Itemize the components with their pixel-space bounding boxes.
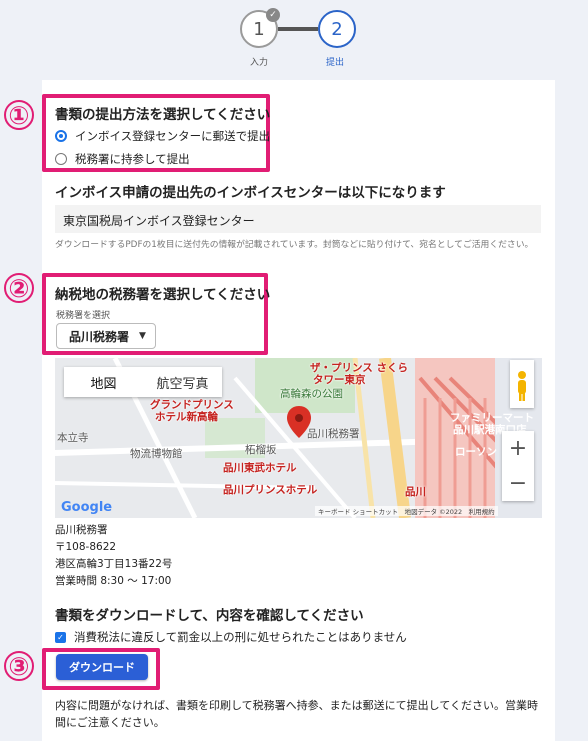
step-2-label: 提出	[326, 58, 345, 68]
declaration-label: 消費税法に違反して罰金以上の刑に処せられたことはありません	[74, 630, 407, 644]
check-icon: ✓	[266, 8, 280, 22]
map-label-tower-2: タワー東京	[313, 374, 366, 386]
office-zip: 〒108-8622	[55, 541, 117, 553]
zoom-out-button[interactable]: −	[502, 466, 534, 501]
office-address: 品川税務署 〒108-8622 港区高輪3丁目13番22号 営業時間 8:30 …	[55, 522, 172, 590]
section-3-title: 書類をダウンロードして、内容を確認してください	[55, 608, 364, 624]
step-1-label: 入力	[250, 58, 269, 68]
section-2-title: 納税地の税務署を選択してください	[55, 287, 271, 303]
tax-office-selected: 品川税務署	[69, 329, 130, 344]
radio-option-bring[interactable]: 税務署に持参して提出	[55, 151, 190, 167]
office-field-label: 税務署を選択	[56, 311, 111, 321]
radio-label: インボイス登録センターに郵送で提出	[75, 129, 271, 143]
radio-label: 税務署に持参して提出	[75, 152, 190, 166]
annotation-3: ③	[4, 651, 34, 681]
declaration-checkbox-row[interactable]: ✓ 消費税法に違反して罰金以上の刑に処せられたことはありません	[55, 629, 407, 645]
radio-button[interactable]	[55, 153, 67, 165]
step-connector	[278, 27, 318, 31]
map-label-park: 高輪森の公園	[280, 388, 343, 400]
map-label-tozai: 柘榴坂	[245, 444, 277, 456]
radio-option-mail[interactable]: インボイス登録センターに郵送で提出	[55, 128, 270, 144]
tax-office-select[interactable]: 品川税務署 ▼	[56, 323, 156, 349]
invoice-center-heading: インボイス申請の提出先のインボイスセンターは以下になります	[55, 185, 446, 201]
section-1-title: 書類の提出方法を選択してください	[55, 107, 271, 123]
zoom-controls: + −	[502, 431, 534, 501]
google-logo: Google	[61, 500, 113, 515]
map-label-lawson: ローソン	[455, 446, 497, 458]
map-label-shinagawa: 品川	[405, 486, 426, 498]
map-footer[interactable]: キーボード ショートカット 地図データ ©2022 利用規約	[315, 506, 498, 516]
step-2-circle: 2	[318, 10, 356, 48]
progress-stepper: 1 ✓ 2 入力 提出	[0, 8, 588, 70]
street-view-icon[interactable]	[510, 360, 534, 408]
map-label-office: 品川税務署	[307, 428, 360, 440]
map-view[interactable]: 地図 航空写真 ザ・プリンス さくら タワー東京 高輪森の公園 グランドプリンス…	[55, 358, 542, 518]
annotation-1: ①	[4, 100, 34, 130]
invoice-center-name: 東京国税局インボイス登録センター	[55, 205, 541, 233]
map-label-grand-prince-2: ホテル新高輪	[155, 411, 218, 423]
annotation-2: ②	[4, 273, 34, 303]
office-hours: 営業時間 8:30 ～ 17:00	[55, 575, 172, 587]
checkbox-checked[interactable]: ✓	[55, 631, 66, 643]
download-button[interactable]: ダウンロード	[56, 654, 148, 680]
zoom-in-button[interactable]: +	[502, 431, 534, 466]
tab-satellite[interactable]: 航空写真	[143, 367, 222, 397]
office-name: 品川税務署	[55, 524, 108, 536]
submission-note: 内容に問題がなければ、書類を印刷して税務署へ持参、または郵送にて提出してください…	[55, 699, 539, 729]
map-label-prince: 品川プリンスホテル	[223, 484, 318, 496]
map-label-motohongaku: 本立寺	[57, 432, 89, 444]
chevron-down-icon: ▼	[139, 331, 146, 341]
invoice-note: ダウンロードするPDFの1枚目に送付先の情報が記載されています。封筒などに貼り付…	[55, 240, 534, 250]
map-label-tobu: 品川東武ホテル	[223, 462, 297, 474]
step-1-number: 1	[253, 18, 265, 40]
office-street: 港区高輪3丁目13番22号	[55, 558, 173, 570]
step-2-number: 2	[331, 18, 343, 40]
map-type-tabs: 地図 航空写真	[64, 367, 222, 397]
tab-map[interactable]: 地図	[64, 367, 143, 397]
map-label-museum: 物流博物館	[130, 448, 183, 460]
radio-button-selected[interactable]	[55, 130, 67, 142]
